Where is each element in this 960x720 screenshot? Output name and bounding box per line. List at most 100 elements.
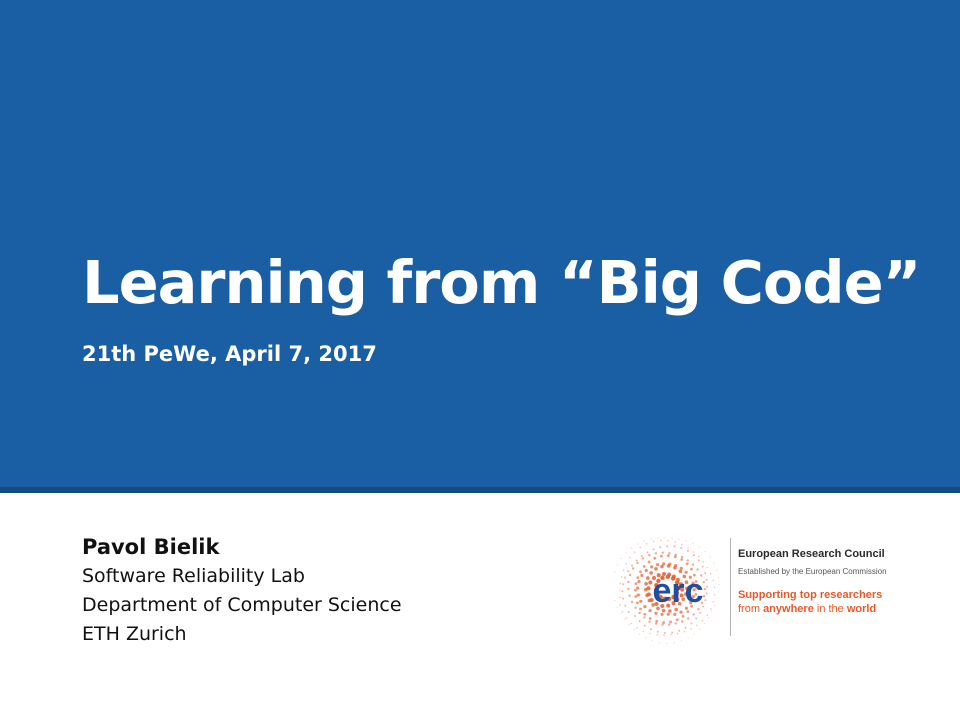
erc-burst-dot: [680, 555, 684, 559]
erc-burst-dot: [634, 588, 637, 592]
erc-burst-dot: [674, 622, 677, 625]
erc-burst-dot: [701, 619, 704, 622]
erc-burst-dot: [660, 612, 664, 616]
erc-burst-dot: [666, 545, 669, 548]
erc-burst-dot: [616, 564, 618, 566]
erc-burst-dot: [675, 618, 679, 622]
erc-burst-dot: [651, 640, 653, 642]
erc-burst-dot: [671, 537, 673, 539]
erc-burst-dot: [620, 576, 623, 578]
erc-text-block: European Research Council Established by…: [738, 546, 914, 616]
erc-burst-dot: [628, 624, 630, 626]
erc-burst-dot: [637, 579, 641, 584]
affiliation-department: Department of Computer Science: [82, 594, 402, 616]
erc-burst-dot: [634, 606, 637, 609]
erc-tagline-line1: Supporting top researchers: [738, 589, 883, 601]
erc-burst-dot: [636, 561, 639, 565]
erc-burst-dot: [650, 538, 652, 540]
affiliation-lab: Software Reliability Lab: [82, 565, 305, 587]
erc-established: Established by the European Commission: [738, 567, 887, 576]
erc-burst-dot: [661, 623, 664, 626]
erc-burst-dot: [620, 612, 622, 614]
erc-burst-dot: [686, 559, 689, 562]
erc-burst-dot: [681, 614, 685, 618]
erc-burst-dot: [712, 579, 714, 582]
erc-burst-dot: [671, 631, 674, 634]
erc-burst-dot: [627, 610, 630, 613]
erc-burst-dot: [687, 549, 689, 552]
erc-burst-dot: [643, 605, 647, 609]
erc-tagline-in-the: in the: [813, 603, 847, 615]
erc-burst-dot: [625, 562, 628, 565]
erc-burst-dot: [674, 553, 677, 556]
erc-burst-dot: [652, 548, 655, 551]
erc-burst-dot: [666, 612, 670, 616]
erc-burst-dot: [656, 630, 659, 633]
erc-burst-dot: [619, 582, 622, 585]
erc-tagline-world: world: [846, 603, 877, 615]
erc-tagline-anywhere: anywhere: [763, 603, 814, 615]
erc-burst-dot: [667, 539, 669, 542]
erc-burst-dot: [699, 611, 702, 614]
erc-burst-dot: [684, 626, 687, 629]
erc-divider: [730, 538, 731, 636]
erc-burst-dot: [705, 592, 708, 595]
erc-burst-dot: [649, 632, 651, 635]
erc-burst-dot: [643, 612, 647, 616]
erc-burst-dot: [687, 617, 690, 620]
erc-burst-dot: [687, 637, 689, 639]
erc-burst-dot: [643, 624, 646, 627]
title-banner: Learning from “Big Code” 21th PeWe, Apri…: [0, 0, 960, 487]
erc-dot-burst-icon: erc: [614, 537, 720, 644]
erc-burst-dot: [644, 568, 648, 573]
erc-burst-dot: [674, 564, 678, 568]
erc-burst-dot: [619, 596, 621, 599]
erc-burst-dot: [643, 540, 645, 542]
erc-burst-dot: [643, 616, 646, 619]
erc-burst-dot: [711, 611, 713, 613]
erc-burst-dot: [668, 552, 671, 555]
erc-burst-dot: [704, 550, 706, 553]
erc-burst-dot: [654, 552, 658, 555]
erc-burst-dot: [640, 573, 644, 577]
erc-burst-dot: [679, 566, 683, 570]
erc-burst-dot: [716, 598, 718, 600]
erc-burst-dot: [642, 565, 646, 568]
erc-burst-dot: [648, 617, 652, 620]
erc-burst-dot: [636, 601, 639, 605]
erc-burst-dot: [681, 543, 683, 546]
erc-burst-dot: [620, 557, 622, 559]
erc-burst-dot: [703, 587, 706, 591]
erc-burst-dot: [690, 622, 693, 625]
erc-burst-dot: [685, 540, 687, 542]
erc-burst-dot: [663, 631, 666, 634]
erc-burst-dot: [660, 554, 663, 558]
erc-burst-dot: [630, 622, 632, 625]
erc-burst-dot: [636, 576, 640, 579]
erc-burst-dot: [621, 610, 624, 613]
erc-burst-dot: [634, 595, 638, 598]
erc-burst-dot: [656, 634, 658, 636]
erc-burst-dot: [666, 554, 670, 557]
erc-burst-dot: [663, 634, 665, 636]
erc-burst-dot: [707, 617, 709, 619]
erc-burst-dot: [662, 562, 666, 566]
erc-burst-dot: [634, 615, 636, 617]
erc-burst-dot: [645, 543, 648, 545]
erc-burst-dot: [668, 562, 672, 566]
erc-burst-dot: [716, 569, 718, 571]
erc-burst-dot: [659, 546, 662, 549]
erc-burst-dot: [646, 576, 650, 580]
erc-burst-dot: [709, 572, 712, 575]
erc-burst-dot: [673, 545, 676, 548]
erc-burst-dot: [630, 547, 632, 549]
erc-burst-dot: [630, 600, 634, 604]
erc-burst-dot: [692, 613, 695, 616]
erc-burst-dot: [680, 558, 684, 561]
title-slide: Learning from “Big Code” 21th PeWe, Apri…: [0, 0, 960, 720]
erc-burst-dot: [642, 630, 645, 633]
erc-burst-dot: [673, 642, 675, 644]
erc-burst-dot: [634, 582, 638, 586]
erc-logo: erc European Research Council Establishe…: [614, 534, 914, 644]
erc-burst-dot: [717, 591, 719, 593]
